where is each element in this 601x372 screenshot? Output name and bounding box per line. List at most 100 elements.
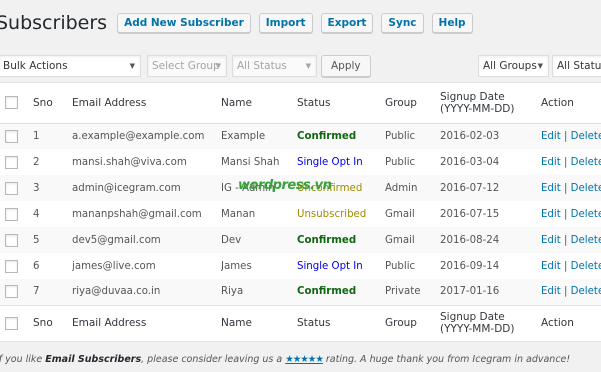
page-header: Subscribers Add New Subscriber Import Ex… (0, 10, 481, 36)
delete-link[interactable]: Delete (571, 157, 601, 168)
table-row: 6 james@live.com James Single Opt In Pub… (0, 253, 601, 279)
action-separator: | (563, 156, 568, 168)
cell-date: 2016-08-24 (440, 234, 500, 246)
cell-email: a.example@example.com (72, 130, 205, 142)
row-checkbox[interactable] (5, 233, 18, 247)
cell-group: Public (385, 260, 416, 272)
signup-format: (YYYY-MM-DD) (440, 323, 515, 336)
table-row: 1 a.example@example.com Example Confirme… (0, 123, 601, 149)
edit-link[interactable]: Edit (541, 157, 561, 168)
cell-date: 2017-01-16 (440, 286, 500, 298)
chevron-down-icon: ▼ (537, 62, 543, 70)
cell-group: Public (385, 156, 416, 168)
footer-plugin-name: Email Subscribers (45, 354, 142, 365)
cell-sno: 7 (33, 286, 40, 298)
cell-email: james@live.com (72, 260, 156, 272)
cell-email: admin@icegram.com (72, 182, 181, 194)
cell-sno: 6 (33, 260, 40, 272)
cell-name: IG - Admin (221, 182, 275, 194)
cell-date: 2016-02-03 (440, 130, 500, 142)
bulk-actions-select[interactable]: Bulk Actions ▼ (0, 55, 141, 77)
column-group: Group (385, 317, 417, 330)
delete-link[interactable]: Delete | (571, 183, 601, 194)
edit-link[interactable]: Edit (541, 286, 561, 297)
cell-date: 2016-03-04 (440, 156, 500, 168)
all-status-filter[interactable]: All Status (552, 55, 601, 77)
action-separator: | (563, 130, 568, 142)
row-checkbox[interactable] (5, 259, 18, 273)
column-sno: Sno (33, 317, 53, 330)
delete-link[interactable]: Delete (571, 209, 601, 220)
cell-name: Dev (221, 234, 242, 246)
column-signup-date: Signup Date (YYYY-MM-DD) (440, 83, 541, 123)
cell-email: riya@duvaa.co.in (72, 286, 161, 298)
select-all-checkbox[interactable] (5, 96, 18, 110)
cell-actions: Edit | Delete (541, 201, 601, 227)
cell-status: Confirmed (297, 286, 357, 298)
cell-email: mansi.shah@viva.com (72, 156, 187, 168)
delete-link[interactable]: Delete (571, 286, 601, 297)
export-button[interactable]: Export (320, 13, 374, 33)
chevron-down-icon: ▼ (305, 62, 311, 70)
table-header-row: Sno Email Address Name Status Group Sign… (0, 83, 601, 123)
action-separator: | (563, 260, 568, 272)
table-row: 4 mananpshah@gmail.com Manan Unsubscribe… (0, 201, 601, 227)
status-value: All Status (237, 60, 287, 72)
all-groups-filter[interactable]: All Groups ▼ (478, 55, 549, 77)
chevron-down-icon: ▼ (215, 62, 221, 70)
delete-link[interactable]: Delete (571, 131, 601, 142)
row-checkbox[interactable] (5, 155, 18, 169)
column-name: Name (221, 96, 252, 109)
cell-name: Riya (221, 286, 244, 298)
edit-link[interactable]: Edit (541, 261, 561, 272)
cell-group: Gmail (385, 208, 415, 220)
table-row: 3 admin@icegram.com IG - Admin Unconfirm… (0, 175, 601, 201)
cell-sno: 3 (33, 182, 40, 194)
column-group: Group (385, 96, 417, 109)
table-row: 5 dev5@gmail.com Dev Confirmed Gmail 201… (0, 227, 601, 253)
cell-status: Single Opt In (297, 156, 363, 168)
rating-footer-note: If you like Email Subscribers, please co… (0, 354, 570, 365)
edit-link[interactable]: Edit (541, 131, 561, 142)
action-separator: | (563, 234, 568, 246)
signup-label: Signup Date (440, 311, 505, 324)
cell-group: Admin (385, 182, 418, 194)
cell-date: 2016-07-15 (440, 208, 500, 220)
cell-sno: 5 (33, 234, 40, 246)
row-checkbox[interactable] (5, 285, 18, 299)
edit-link[interactable]: Edit (541, 183, 561, 194)
edit-link[interactable]: Edit (541, 209, 561, 220)
page-title: Subscribers (0, 12, 108, 34)
column-name: Name (221, 317, 252, 330)
import-button[interactable]: Import (258, 13, 313, 33)
row-checkbox[interactable] (5, 181, 18, 195)
delete-link[interactable]: Delete (571, 235, 601, 246)
action-separator: | (563, 286, 568, 298)
rating-stars-link[interactable]: ★★★★★ (285, 354, 324, 365)
footer-suffix: rating. A huge thank you from Icegram in… (322, 354, 571, 365)
cell-group: Public (385, 130, 416, 142)
signup-label: Signup Date (440, 90, 505, 103)
select-all-checkbox-bottom[interactable] (5, 316, 18, 330)
add-new-subscriber-button[interactable]: Add New Subscriber (117, 13, 251, 33)
row-checkbox[interactable] (5, 129, 18, 143)
row-checkbox[interactable] (5, 207, 18, 221)
cell-name: James (221, 260, 252, 272)
bulk-actions-value: Bulk Actions (3, 60, 68, 72)
edit-link[interactable]: Edit (541, 235, 561, 246)
cell-status: Confirmed (297, 130, 357, 142)
delete-link[interactable]: Delete (571, 261, 601, 272)
cell-actions: Edit | Delete (541, 253, 601, 279)
select-group-select[interactable]: Select Group ▼ (147, 55, 227, 77)
table-row: 7 riya@duvaa.co.in Riya Confirmed Privat… (0, 279, 601, 305)
cell-group: Gmail (385, 234, 415, 246)
cell-name: Mansi Shah (221, 156, 280, 168)
help-button[interactable]: Help (431, 13, 473, 33)
column-email: Email Address (72, 96, 147, 109)
action-separator: | (563, 182, 568, 194)
apply-button[interactable]: Apply (321, 55, 371, 77)
cell-actions: Edit | Delete (541, 123, 601, 149)
select-group-value: Select Group (152, 60, 220, 72)
sync-button[interactable]: Sync (381, 13, 424, 33)
status-select[interactable]: All Status ▼ (232, 55, 317, 77)
